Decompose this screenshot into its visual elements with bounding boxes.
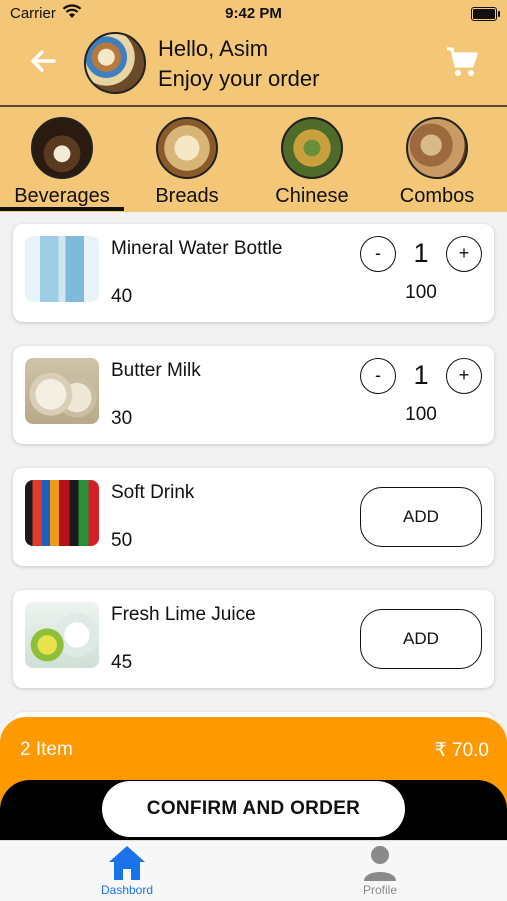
battery-icon — [471, 7, 500, 21]
chinese-image — [281, 117, 343, 179]
quantity-value: 1 — [413, 238, 429, 268]
item-subtotal: 100 — [405, 282, 437, 303]
quantity-value: 1 — [413, 360, 429, 390]
cart-icon[interactable] — [445, 46, 479, 78]
category-strip: Beverages Breads Chinese Combos — [0, 107, 507, 212]
greeting-subtitle: Enjoy your order — [158, 66, 320, 91]
item-name: Mineral Water Bottle — [111, 238, 283, 259]
greeting-block: Hello, Asim Enjoy your order — [158, 34, 319, 94]
butter-milk-image — [25, 358, 99, 424]
category-combos[interactable]: Combos — [377, 117, 497, 208]
home-icon — [109, 846, 145, 880]
list-item[interactable]: Fresh Lime Juice 45 ADD — [13, 590, 494, 688]
person-icon — [364, 846, 396, 881]
add-button[interactable]: ADD — [360, 609, 482, 669]
item-subtotal: 100 — [405, 404, 437, 425]
decrement-button[interactable]: - — [360, 236, 396, 272]
category-label: Chinese — [275, 185, 349, 207]
cart-item-count: 2 Item — [20, 739, 73, 760]
list-item[interactable]: Soft Drink 50 ADD — [13, 468, 494, 566]
category-label: Combos — [399, 185, 475, 207]
selected-category-indicator — [0, 207, 124, 211]
order-summary-bar: 2 Item ₹ 70.0 CONFIRM AND ORDER — [0, 717, 507, 860]
category-chinese[interactable]: Chinese — [252, 117, 372, 208]
breads-image — [156, 117, 218, 179]
app-header: Carrier 9:42 PM Hello, Asim Enjoy your o… — [0, 0, 507, 107]
decrement-button[interactable]: - — [360, 358, 396, 394]
list-item[interactable]: Mineral Water Bottle 40 - 1 + 100 — [13, 224, 494, 322]
item-name: Butter Milk — [111, 360, 201, 381]
increment-button[interactable]: + — [446, 236, 482, 272]
item-price: 45 — [111, 652, 133, 673]
beverages-image — [31, 117, 93, 179]
tab-label: Dashbord — [100, 883, 154, 897]
item-price: 50 — [111, 530, 133, 551]
combos-image — [406, 117, 468, 179]
status-bar: Carrier 9:42 PM — [0, 0, 507, 28]
increment-button[interactable]: + — [446, 358, 482, 394]
category-label: Breads — [155, 185, 219, 207]
list-item[interactable]: Butter Milk 30 - 1 + 100 — [13, 346, 494, 444]
item-price: 40 — [111, 286, 133, 307]
greeting-text: Hello, Asim — [158, 36, 269, 61]
back-arrow-icon[interactable] — [28, 46, 58, 76]
quantity-stepper: - 1 + — [359, 236, 483, 276]
add-button[interactable]: ADD — [360, 487, 482, 547]
lime-juice-image — [25, 602, 99, 668]
soft-drink-image — [25, 480, 99, 546]
quantity-stepper: - 1 + — [359, 358, 483, 398]
menu-item-list[interactable]: Mineral Water Bottle 40 - 1 + 100 Butter… — [0, 212, 507, 717]
tab-dashboard[interactable]: Dashbord — [77, 843, 177, 897]
category-beverages[interactable]: Beverages — [2, 117, 122, 208]
cart-total: ₹ 70.0 — [434, 740, 489, 761]
category-label: Beverages — [14, 185, 110, 207]
tab-profile[interactable]: Profile — [330, 843, 430, 897]
item-name: Fresh Lime Juice — [111, 604, 256, 625]
avatar[interactable] — [84, 32, 146, 94]
category-breads[interactable]: Breads — [127, 117, 247, 208]
clock: 9:42 PM — [225, 5, 282, 22]
tab-bar: Dashbord Profile — [0, 840, 507, 901]
item-name: Soft Drink — [111, 482, 195, 503]
mineral-water-image — [25, 236, 99, 302]
confirm-order-button[interactable]: CONFIRM AND ORDER — [102, 781, 405, 837]
item-price: 30 — [111, 408, 133, 429]
tab-label: Profile — [362, 883, 397, 897]
